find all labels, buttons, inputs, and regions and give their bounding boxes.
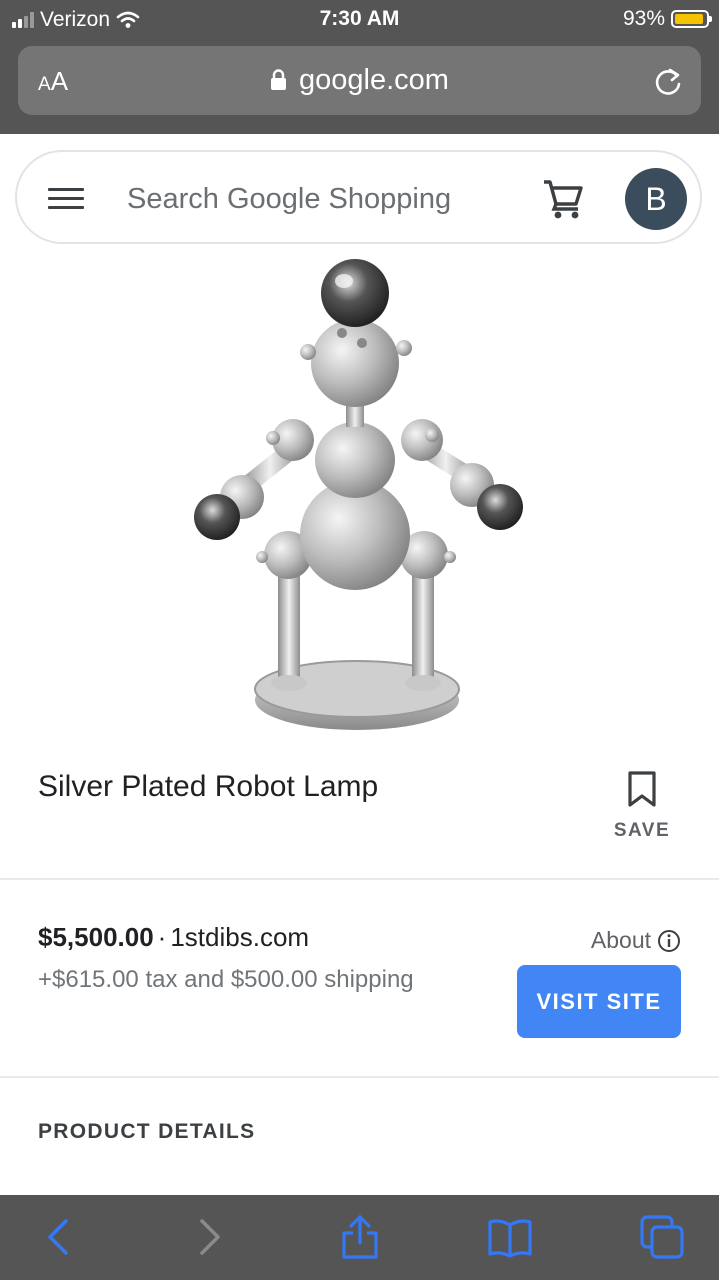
status-bar: Verizon 7:30 AM 93% [0,0,719,40]
divider [0,1076,719,1078]
battery-percent: 93% [622,7,665,30]
address-bar[interactable]: AA google.com [18,46,701,115]
browser-chrome: Verizon 7:30 AM 93% AA google.com [0,0,719,134]
search-input[interactable] [127,179,517,219]
menu-icon[interactable] [48,188,84,210]
tax-shipping: +$615.00 tax and $500.00 shipping [38,966,414,993]
visit-site-button[interactable]: VISIT SITE [517,965,681,1038]
about-label: About [590,927,651,953]
product-details-heading[interactable]: PRODUCT DETAILS [38,1120,255,1144]
clock: 7:30 AM [319,7,400,30]
url-display[interactable]: google.com [18,64,701,97]
browser-toolbar [0,1195,719,1280]
product-image[interactable] [180,255,540,740]
divider [0,878,719,880]
battery-icon [671,10,712,28]
url-text: google.com [299,64,449,96]
battery-area: 93% [622,7,712,31]
save-label: SAVE [613,820,671,841]
product-title: Silver Plated Robot Lamp [38,770,379,803]
forward-icon[interactable] [184,1213,232,1261]
price: $5,500.00 [38,922,154,952]
search-bar: B [15,150,702,244]
tabs-icon[interactable] [638,1213,686,1261]
offer-line: $5,500.00 · 1stdibs.com [38,922,309,953]
account-avatar[interactable]: B [625,168,687,230]
separator: · [157,922,167,952]
lock-icon [271,69,287,90]
save-button[interactable]: SAVE [600,770,684,850]
back-icon[interactable] [36,1213,84,1261]
seller-name: 1stdibs.com [170,922,310,952]
info-icon [658,929,680,952]
share-icon[interactable] [336,1213,384,1261]
about-link[interactable]: About [591,927,681,954]
cart-icon[interactable] [542,178,586,220]
bookmarks-icon[interactable] [486,1213,534,1261]
bookmark-icon [628,771,656,807]
reload-icon[interactable] [653,66,683,98]
